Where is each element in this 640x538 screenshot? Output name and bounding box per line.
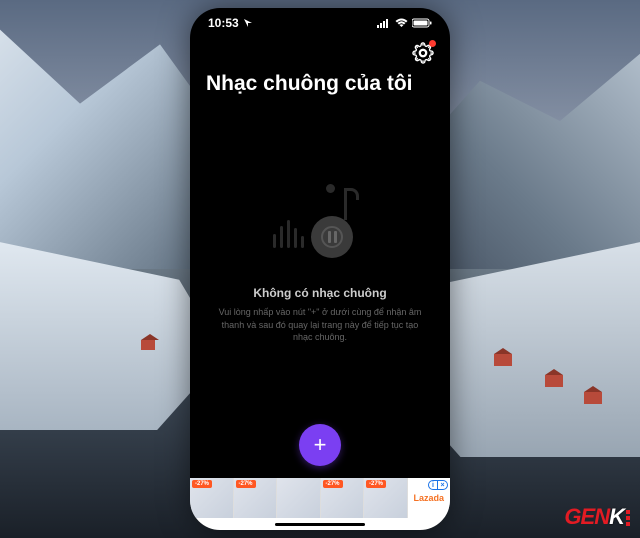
plus-icon: + bbox=[314, 432, 327, 458]
notification-badge bbox=[429, 40, 436, 47]
watermark-text: K bbox=[609, 504, 624, 529]
ad-info-button[interactable]: i bbox=[428, 480, 438, 490]
ad-item[interactable]: -27% bbox=[364, 478, 408, 518]
ad-item[interactable]: -27% bbox=[190, 478, 234, 518]
ad-close-button[interactable]: × bbox=[438, 480, 448, 490]
ad-item[interactable] bbox=[277, 478, 321, 518]
watermark: GENK bbox=[564, 504, 630, 530]
house bbox=[494, 354, 512, 366]
signal-icon bbox=[377, 18, 391, 28]
house bbox=[545, 375, 563, 387]
header bbox=[190, 38, 450, 66]
home-indicator-area bbox=[190, 518, 450, 530]
watermark-text: GEN bbox=[564, 504, 609, 529]
empty-state-description: Vui lòng nhấp vào nút "+" ở dưới cùng để… bbox=[210, 306, 430, 344]
ad-item[interactable]: -27% bbox=[321, 478, 365, 518]
house bbox=[584, 392, 602, 404]
wifi-icon bbox=[395, 18, 408, 28]
empty-illustration bbox=[265, 178, 375, 268]
ad-banner[interactable]: -27% -27% -27% -27% Lazada i × bbox=[190, 478, 450, 518]
battery-icon bbox=[412, 18, 432, 28]
page-title: Nhạc chuông của tôi bbox=[190, 66, 450, 110]
ad-controls: i × bbox=[428, 480, 448, 490]
fab-container: + bbox=[190, 412, 450, 478]
house bbox=[141, 340, 155, 350]
status-time: 10:53 bbox=[208, 16, 239, 30]
empty-state: Không có nhạc chuông Vui lòng nhấp vào n… bbox=[190, 110, 450, 412]
status-bar: 10:53 bbox=[190, 8, 450, 38]
add-ringtone-button[interactable]: + bbox=[299, 424, 341, 466]
music-note-icon bbox=[311, 216, 353, 258]
ad-item[interactable]: -27% bbox=[234, 478, 278, 518]
phone-frame: 10:53 Nhạc chuông của tôi Không có bbox=[190, 8, 450, 530]
home-indicator[interactable] bbox=[275, 523, 365, 526]
ad-brand-label: Lazada bbox=[413, 493, 444, 503]
empty-state-title: Không có nhạc chuông bbox=[253, 286, 386, 300]
location-icon bbox=[243, 18, 253, 28]
settings-button[interactable] bbox=[412, 42, 434, 64]
